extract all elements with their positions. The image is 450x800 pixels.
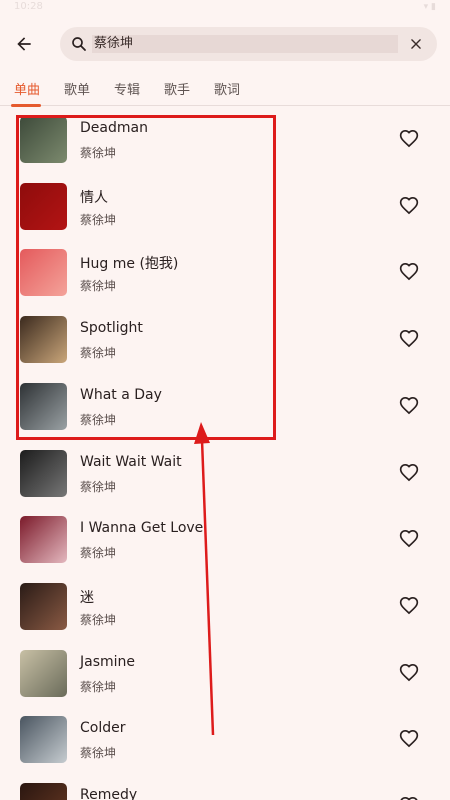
song-row[interactable]: Spotlight 蔡徐坤 — [0, 306, 450, 372]
song-artist: 蔡徐坤 — [80, 479, 117, 494]
app-bar: 蔡徐坤 — [0, 24, 450, 64]
heart-icon — [399, 663, 419, 681]
status-time: 10:28 — [14, 1, 43, 12]
song-row[interactable]: 迷蔡徐坤 — [0, 573, 450, 639]
favorite-button[interactable] — [398, 462, 420, 484]
back-button[interactable] — [8, 28, 40, 60]
album-cover — [20, 316, 67, 364]
song-row[interactable]: 情人 蔡徐坤 — [0, 173, 450, 239]
song-artist: 蔡徐坤 — [80, 746, 117, 761]
album-cover — [20, 649, 67, 697]
song-artist: 蔡徐坤 — [80, 146, 117, 160]
album-cover — [20, 382, 67, 430]
favorite-button[interactable] — [398, 195, 420, 217]
song-title: Colder — [80, 720, 126, 737]
favorite-button[interactable] — [398, 528, 420, 550]
tab-lyrics[interactable]: 歌词 — [214, 79, 240, 98]
album-cover — [20, 582, 67, 630]
song-title: Wait Wait Wait — [80, 453, 182, 470]
album-cover — [20, 249, 67, 297]
song-artist: 蔡徐坤 — [80, 612, 117, 627]
heart-icon — [399, 330, 419, 348]
song-artist: 蔡徐坤 — [80, 412, 117, 427]
song-row[interactable]: Wait Wait Wait 蔡徐坤 — [0, 440, 450, 506]
song-row[interactable]: Deadman 蔡徐坤 — [0, 106, 450, 172]
tab-albums[interactable]: 专辑 — [114, 79, 140, 98]
arrow-left-icon — [17, 37, 31, 51]
heart-icon — [399, 396, 419, 415]
song-title: 情人 — [80, 189, 108, 206]
status-bar: 10:28 ▾ ▮ — [0, 0, 450, 16]
album-cover — [20, 716, 67, 764]
song-artist: 蔡徐坤 — [80, 212, 117, 227]
song-title: Remedy — [80, 787, 138, 800]
heart-icon — [399, 263, 419, 281]
song-title: I Wanna Get Love — [80, 520, 204, 537]
heart-icon — [399, 463, 419, 481]
song-row[interactable]: What a Day 蔡徐坤 — [0, 373, 450, 439]
heart-icon — [399, 129, 419, 148]
favorite-button[interactable] — [398, 662, 420, 684]
song-row[interactable]: Hug me (抱我) 蔡徐坤 — [0, 239, 450, 305]
favorite-button[interactable] — [398, 128, 420, 150]
favorite-button[interactable] — [398, 728, 420, 750]
album-cover — [20, 116, 67, 163]
heart-icon — [399, 530, 419, 548]
favorite-button[interactable] — [398, 261, 420, 283]
favorite-button[interactable] — [398, 795, 420, 800]
favorite-button[interactable] — [398, 328, 420, 350]
song-artist: 蔡徐坤 — [80, 679, 117, 694]
tab-playlists[interactable]: 歌单 — [64, 79, 90, 98]
song-artist: 蔡徐坤 — [80, 346, 117, 361]
album-cover — [20, 182, 67, 230]
song-row[interactable]: Jasmine 蔡徐坤 — [0, 640, 450, 706]
close-icon — [411, 39, 421, 49]
heart-icon — [399, 196, 419, 214]
song-row[interactable]: Colder 蔡徐坤 — [0, 706, 450, 772]
heart-icon — [400, 796, 418, 800]
favorite-button[interactable] — [398, 595, 420, 617]
result-tabs: 单曲 歌单 专辑 歌手 歌词 — [0, 72, 450, 107]
tab-artists[interactable]: 歌手 — [164, 79, 190, 98]
heart-icon — [399, 596, 419, 615]
search-icon — [72, 37, 86, 51]
tab-songs[interactable]: 单曲 — [14, 79, 40, 98]
song-title: What a Day — [80, 386, 162, 403]
song-artist: 蔡徐坤 — [80, 546, 117, 561]
song-title: Jasmine — [80, 653, 136, 670]
heart-icon — [399, 730, 419, 748]
song-title: Spotlight — [80, 320, 143, 337]
album-cover — [20, 783, 67, 800]
status-icons: ▾ ▮ — [423, 2, 436, 12]
song-row[interactable]: Remedy蔡徐坤 — [0, 773, 450, 800]
album-cover — [20, 516, 67, 564]
search-field[interactable]: 蔡徐坤 — [60, 27, 437, 61]
favorite-button[interactable] — [398, 395, 420, 417]
search-input[interactable]: 蔡徐坤 — [92, 35, 398, 53]
song-title: Hug me (抱我) — [80, 256, 179, 273]
song-artist: 蔡徐坤 — [80, 279, 117, 294]
song-title: Deadman — [80, 120, 148, 136]
clear-search-button[interactable] — [407, 35, 425, 53]
song-row[interactable]: I Wanna Get Love 蔡徐坤 — [0, 506, 450, 572]
song-title: 迷 — [80, 589, 94, 606]
album-cover — [20, 449, 67, 497]
